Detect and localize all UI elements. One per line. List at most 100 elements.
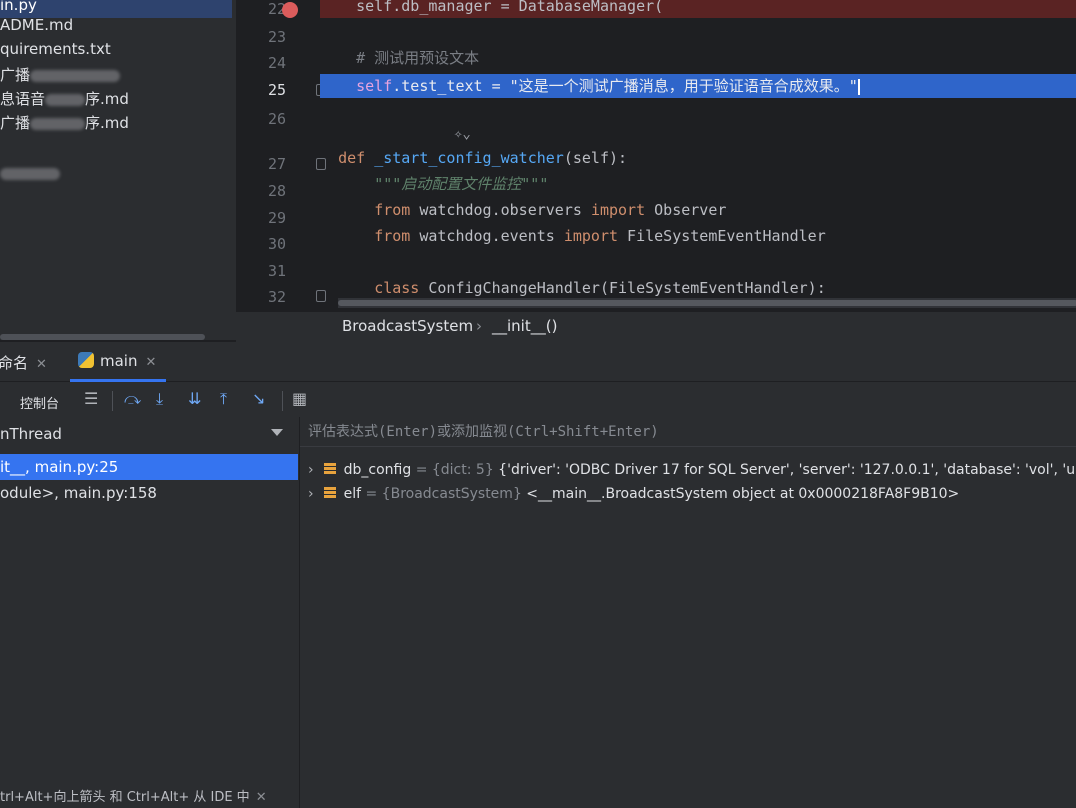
code-line-30: from watchdog.events import FileSystemEv… [320,224,1076,248]
line-number: 31 [267,262,286,280]
variable-row-self[interactable]: › elf = {BroadcastSystem} <__main__.Broad… [308,482,959,506]
breakpoint-icon[interactable] [282,2,298,18]
code-line-25-execution-point: self.test_text = "这是一个测试广播消息，用于验证语音合成效果。… [320,74,1076,98]
code-line-22: self.db_manager = DatabaseManager( [320,0,1076,18]
variable-icon [323,487,336,499]
variable-name: db_config [343,462,412,478]
line-gutter: 22 23 24 25 26 27 28 29 30 31 32 [236,0,326,312]
code-keyword: import [590,201,646,219]
code-keyword: from [374,227,411,245]
code-text: FileSystemEventHandler [618,227,826,245]
table-icon[interactable]: ▦ [292,389,307,408]
project-file-requirements[interactable]: quirements.txt [0,40,111,58]
project-scrollbar[interactable] [0,334,205,340]
blurred-text [0,167,60,180]
file-label: 广播 [0,66,31,84]
line-number: 30 [267,235,286,253]
code-keyword: def [338,149,366,167]
code-editor[interactable]: 22 23 24 25 26 27 28 29 30 31 32 self.db… [236,0,1076,340]
expand-arrow-icon[interactable]: › [308,462,314,478]
file-label-suffix: 序.md [85,114,129,132]
toolbar-separator [282,391,283,411]
line-number: 22 [267,0,286,18]
code-line-28: """启动配置文件监控""" [320,172,1076,196]
code-comment: # 测试用预设文本 [356,49,480,67]
code-keyword: from [374,201,411,219]
project-file-blurred-3[interactable]: 广播 序.md [0,112,129,133]
breadcrumb-method[interactable]: __init__() [492,317,557,335]
hint-text: trl+Alt+向上箭头 和 Ctrl+Alt+ 从 IDE 中 [0,790,250,805]
debug-session-tabs: 命名 ✕ main ✕ [0,342,1076,382]
file-label: quirements.txt [0,40,111,58]
close-icon[interactable]: ✕ [36,357,47,372]
tab-main[interactable]: main ✕ [70,342,167,382]
evaluate-expression-input[interactable]: 评估表达式(Enter)或添加监视(Ctrl+Shift+Enter) [300,417,1076,447]
line-number: 23 [267,28,286,46]
variables-panel: 评估表达式(Enter)或添加监视(Ctrl+Shift+Enter) › db_… [300,417,1076,808]
code-line-29: from watchdog.observers import Observer [320,198,1076,222]
python-file-icon [78,352,94,368]
console-tab[interactable]: 控制台 [20,393,59,412]
variable-row-db-config[interactable]: › db_config = {dict: 5} {'driver': 'ODBC … [308,458,1075,482]
list-icon[interactable]: ☰ [84,389,98,408]
breadcrumb: BroadcastSystem › __init__() [236,312,1076,342]
file-label: 广播 [0,114,31,132]
debug-toolbar: 控制台 ☰ ⤼ ⤓ ⇊ ⤒ ↘ ▦ [0,383,1076,417]
expand-arrow-icon[interactable]: › [308,486,314,502]
editor-scrollbar[interactable] [338,298,1076,308]
scrollbar-thumb[interactable] [338,300,1076,306]
line-number: 28 [267,182,286,200]
thread-selector[interactable]: nThread [0,425,295,451]
project-tree: in.py ADME.md quirements.txt 广播 息语音 序.md … [0,0,250,340]
thread-label: nThread [0,425,62,443]
code-text: Observer [645,201,727,219]
close-icon[interactable]: ✕ [256,790,267,805]
code-line-27: def _start_config_watcher(self): [320,146,1076,170]
project-file-blurred-4[interactable] [0,164,60,182]
blurred-text [30,69,121,82]
variable-type: = {dict: 5} [415,462,494,478]
text-cursor [857,78,860,95]
project-file-blurred-2[interactable]: 息语音 序.md [0,88,129,109]
step-into-my-code-icon[interactable]: ⇊ [188,389,201,408]
code-text: (self): [563,149,628,167]
variable-icon [323,463,336,475]
close-icon[interactable]: ✕ [145,355,156,370]
breadcrumb-class[interactable]: BroadcastSystem [342,317,473,335]
code-self: self [356,77,393,95]
code-area[interactable]: self.db_manager = DatabaseManager( # 测试用… [320,0,1076,312]
tab-session-unnamed[interactable]: 命名 ✕ [0,352,47,373]
code-text: watchdog.observers [410,201,591,219]
line-number: 29 [267,209,286,227]
code-text: ConfigChangeHandler(FileSystemEventHandl… [419,279,826,297]
code-function-name: _start_config_watcher [374,149,564,167]
code-keyword: import [563,227,619,245]
breadcrumb-separator: › [476,317,482,335]
frames-panel: nThread it__, main.py:25 odule>, main.py… [0,417,300,808]
frame-item[interactable]: it__, main.py:25 [0,454,298,480]
project-file-blurred-1[interactable]: 广播 [0,64,121,85]
step-over-icon[interactable]: ⤼ [124,389,141,409]
chevron-down-icon [271,429,283,436]
project-file-readme[interactable]: ADME.md [0,16,73,34]
file-label-suffix: 序.md [85,90,129,108]
code-docstring: """启动配置文件监控""" [374,175,549,193]
file-label: 息语音 [0,90,46,108]
bulb-icon[interactable]: ✧⌄ [454,126,471,142]
line-number: 32 [267,288,286,306]
code-line-24: # 测试用预设文本 [320,46,1076,70]
step-into-icon[interactable]: ⤓ [156,389,163,409]
blurred-text [45,93,86,106]
variable-value: {'driver': 'ODBC Driver 17 for SQL Serve… [493,462,1076,478]
line-number: 27 [267,155,286,173]
code-line-32: class ConfigChangeHandler(FileSystemEven… [320,276,1076,300]
frame-item[interactable]: odule>, main.py:158 [0,480,298,506]
run-to-cursor-icon[interactable]: ↘ [252,389,265,408]
variable-name: elf [343,486,362,502]
code-text: self.db_manager = DatabaseManager( [356,0,664,15]
step-out-icon[interactable]: ⤒ [220,389,227,409]
tab-label: main [100,352,138,370]
code-keyword: class [374,279,420,297]
code-text: .test_text = [392,77,510,95]
debug-tool-window: 命名 ✕ main ✕ 控制台 ☰ ⤼ ⤓ ⇊ ⤒ ↘ ▦ nThread it__… [0,342,1076,808]
